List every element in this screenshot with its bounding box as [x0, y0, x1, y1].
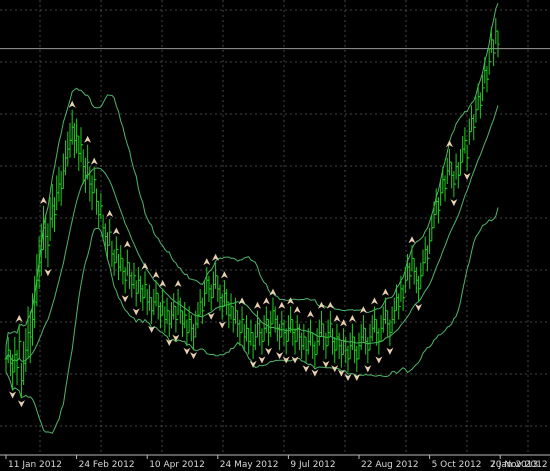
fractal-down-icon [353, 373, 361, 381]
fractal-up-icon [141, 262, 149, 270]
fractal-up-icon [84, 135, 92, 143]
fractal-down-icon [258, 356, 266, 364]
grid [0, 0, 550, 455]
fractal-down-icon [207, 312, 215, 320]
time-axis-labels: 11 Jan 2012 24 Feb 2012 10 Apr 2012 24 May … [5, 455, 548, 470]
fractal-down-icon [218, 321, 226, 329]
fractal-down-icon [132, 308, 140, 316]
fractal-down-icon [364, 365, 372, 373]
fractal-up-icon [123, 240, 131, 248]
time-axis-label: 9 Jul 2012 [290, 460, 335, 470]
fractal-down-icon [265, 347, 273, 355]
fractal-down-icon [375, 356, 383, 364]
time-axis-label: 24 May 2012 [220, 460, 279, 470]
fractal-up-icon [262, 297, 270, 305]
fractal-up-icon [269, 288, 277, 296]
fractal-up-icon [348, 314, 356, 322]
fractal-up-icon [445, 140, 453, 148]
fractal-down-icon [9, 391, 17, 399]
fractal-up-icon [370, 297, 378, 305]
fractal-up-icon [408, 236, 416, 244]
time-axis-label: 22 Aug 2012 [361, 460, 419, 470]
fractal-down-icon [415, 304, 423, 312]
fractal-up-icon [287, 297, 295, 305]
price-chart[interactable]: 11 Jan 2012 24 Feb 2012 10 Apr 2012 24 May … [0, 0, 550, 471]
fractal-up-icon [40, 196, 48, 204]
fractal-up-icon [340, 319, 348, 327]
fractal-up-icon [152, 271, 160, 279]
fractal-up-icon [203, 258, 211, 266]
fractal-down-icon [44, 269, 52, 277]
fractal-up-icon [212, 253, 220, 261]
fractal-down-icon [172, 334, 180, 342]
time-axis-label: 24 Feb 2012 [79, 460, 135, 470]
fractal-up-icon [326, 301, 334, 309]
fractal-down-icon [311, 369, 319, 377]
fractal-up-icon [238, 297, 246, 305]
fractal-up-icon [293, 306, 301, 314]
fractal-down-icon [302, 365, 310, 373]
fractal-up-icon [306, 310, 314, 318]
fractal-up-icon [220, 271, 228, 279]
fractal-up-icon [159, 279, 167, 287]
fractal-up-icon [381, 288, 389, 296]
fractal-up-icon [112, 227, 120, 235]
time-axis-label: 5 Oct 2012 [432, 460, 482, 470]
fractal-down-icon [249, 360, 257, 368]
chart-window: 11 Jan 2012 24 Feb 2012 10 Apr 2012 24 May … [0, 0, 550, 471]
fractal-down-icon [276, 352, 284, 360]
fractal-up-icon [15, 314, 23, 322]
fractal-up-icon [254, 301, 262, 309]
time-axis-label: 7 Jan 2013 [490, 460, 538, 470]
fractal-up-icon [90, 157, 98, 165]
fractal-down-icon [386, 347, 394, 355]
fractal-down-icon [121, 295, 129, 303]
fractal-down-icon [463, 172, 471, 180]
band-lower [5, 207, 499, 434]
fractal-up-icon [333, 314, 341, 322]
fractal-down-icon [450, 199, 458, 207]
price-bars [4, 18, 500, 399]
fractal-down-icon [190, 352, 198, 360]
fractal-up-icon [106, 210, 114, 218]
fractal-down-icon [17, 400, 25, 408]
time-axis-label: 10 Apr 2012 [149, 460, 205, 470]
time-axis-label: 11 Jan 2012 [8, 460, 62, 470]
fractal-up-icon [174, 279, 182, 287]
fractal-down-icon [183, 347, 191, 355]
fractal-down-icon [344, 373, 352, 381]
